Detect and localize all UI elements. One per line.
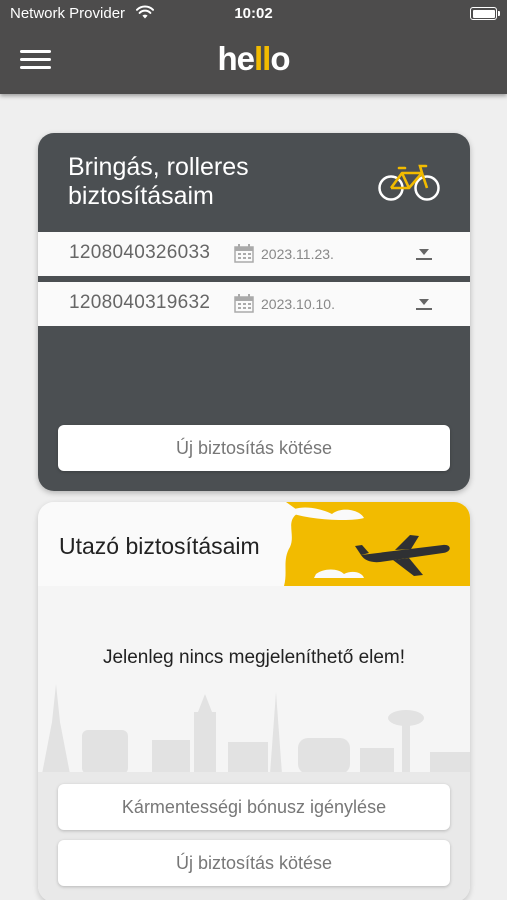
bike-section-title: Bringás, rolleres biztosításaim: [68, 153, 249, 210]
download-icon[interactable]: [415, 297, 433, 311]
app-header: Network Provider 10:02 hello: [0, 0, 507, 94]
travel-section-title: Utazó biztosításaim: [59, 533, 260, 559]
travel-banner: Utazó biztosításaim: [38, 502, 470, 586]
empty-state-message: Jelenleg nincs megjeleníthető elem!: [102, 647, 406, 668]
calendar-icon: [234, 244, 254, 263]
policy-row[interactable]: 1208040326033 2023.11.23.: [38, 232, 470, 276]
app-logo: hello: [217, 40, 290, 77]
status-bar: Network Provider 10:02: [0, 0, 507, 28]
new-bike-insurance-button[interactable]: Új biztosítás kötése: [58, 425, 450, 471]
new-travel-insurance-button[interactable]: Új biztosítás kötése: [58, 840, 450, 886]
clock: 10:02: [234, 5, 273, 22]
battery-icon: [470, 7, 500, 20]
city-skyline-illustration: [42, 684, 470, 774]
bicycle-icon: [378, 164, 440, 201]
policy-date: 2023.11.23.: [261, 246, 334, 262]
download-icon[interactable]: [415, 247, 433, 261]
policy-date: 2023.10.10.: [261, 296, 335, 312]
policy-number: 1208040326033: [69, 242, 211, 263]
travel-insurance-card: Utazó biztosításaim Jelenleg nincs megje…: [38, 502, 470, 900]
bike-insurance-card: Bringás, rolleres biztosításaim 12080403…: [38, 133, 470, 491]
calendar-icon: [234, 294, 254, 313]
claim-bonus-button[interactable]: Kármentességi bónusz igénylése: [58, 784, 450, 830]
policy-row[interactable]: 1208040319632 2023.10.10.: [38, 282, 470, 326]
policy-number: 1208040319632: [69, 292, 211, 313]
